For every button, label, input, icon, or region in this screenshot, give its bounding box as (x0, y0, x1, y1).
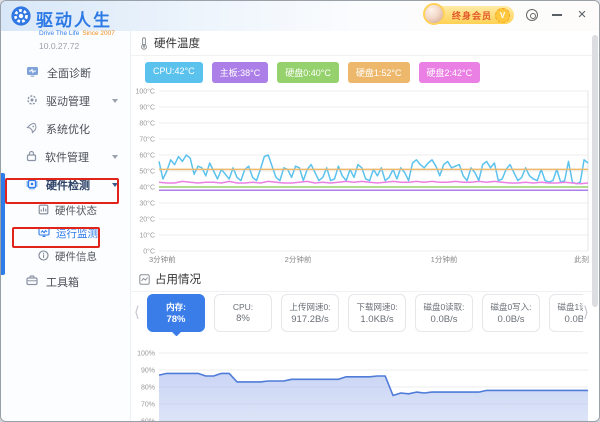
svg-text:20°C: 20°C (139, 216, 155, 224)
svg-text:90%: 90% (141, 368, 155, 375)
section-title-temperature: 硬件温度 (154, 35, 200, 51)
usage-cards-carousel: 内存: 78%CPU: 8%上传网速0: 917.2B/s下载网速0: 1.0K… (147, 294, 583, 342)
sidebar-menu: 全面诊断 驱动管理 系统优化 软件管理 硬件检测 硬件状态 运行监测 硬件信息 … (1, 59, 130, 296)
carousel-next-icon[interactable]: ⟩ (583, 303, 589, 321)
svg-text:90°C: 90°C (139, 104, 155, 112)
app-title: 驱动人生 (36, 6, 112, 31)
svg-text:10°C: 10°C (139, 232, 155, 240)
main-content: 硬件温度 CPU:42°C 主板:38°C 硬盘0:40°C 硬盘1:52°C 硬盘2:… (131, 31, 600, 422)
sidebar-item-4[interactable]: 硬件检测 (1, 171, 130, 199)
usage-card-6[interactable]: 磁盘1读取: 0.0B/s (549, 294, 583, 332)
usage-card-3[interactable]: 下载网速0: 1.0KB/s (348, 294, 406, 332)
chevron-down-icon (112, 99, 118, 103)
svg-text:此刻: 此刻 (574, 254, 589, 264)
temp-legend-chip: 硬盘0:40°C (277, 62, 339, 83)
section-header-temperature: 硬件温度 (131, 31, 600, 56)
svg-text:100%: 100% (137, 351, 155, 358)
chip-icon (26, 178, 38, 193)
app-logo-gear-icon (10, 5, 32, 32)
app-brand: 驱动人生 Drive The LifeSince 2007 10.0.27.72 (10, 5, 115, 51)
usage-card-2[interactable]: 上传网速0: 917.2B/s (281, 294, 339, 332)
diagnosis-monitor-icon (26, 66, 39, 81)
temp-legend-chip: 硬盘1:52°C (348, 62, 410, 83)
usage-chart-icon (139, 274, 150, 285)
temperature-chart: 0°C10°C20°C30°C40°C50°C60°C70°C80°C90°C1… (131, 83, 596, 265)
toolbox-icon (26, 275, 38, 289)
svg-text:40°C: 40°C (139, 184, 155, 192)
usage-card-1[interactable]: CPU: 8% (214, 294, 272, 332)
memory-usage-chart: 60% 70% 80% 90% 100% (131, 347, 596, 422)
selected-card-pointer (171, 326, 181, 336)
temp-legend-chip: CPU:42°C (145, 62, 203, 83)
app-tagline: Drive The LifeSince 2007 (39, 30, 115, 37)
monitor-chart-icon (38, 227, 50, 241)
vip-badge[interactable]: 终身会员 V (426, 6, 514, 24)
temp-legend-chip: 主板:38°C (212, 62, 269, 83)
section-header-usage: 占用情况 (131, 267, 600, 292)
temp-legend-chip: 硬盘2:42°C (419, 62, 481, 83)
sidebar-subitem-1[interactable]: 运行监测 (1, 222, 130, 245)
user-avatar[interactable] (423, 3, 445, 25)
svg-text:60°C: 60°C (139, 152, 155, 160)
svg-text:30°C: 30°C (139, 200, 155, 208)
svg-text:2分钟前: 2分钟前 (285, 254, 312, 264)
usage-card-5[interactable]: 磁盘0写入: 0.0B/s (482, 294, 540, 332)
sidebar-item-3[interactable]: 软件管理 (1, 143, 130, 171)
close-button[interactable]: × (575, 7, 589, 23)
svg-text:1分钟前: 1分钟前 (431, 254, 458, 264)
status-doc-icon (38, 204, 49, 218)
svg-text:60%: 60% (141, 419, 155, 422)
settings-icon[interactable] (525, 7, 539, 23)
section-title-usage: 占用情况 (155, 271, 201, 287)
svg-text:3分钟前: 3分钟前 (149, 254, 176, 264)
thermometer-icon (139, 37, 149, 50)
rocket-icon (26, 122, 38, 137)
sidebar-subitem-2[interactable]: 硬件信息 (1, 245, 130, 268)
svg-text:70°C: 70°C (139, 136, 155, 144)
svg-text:70%: 70% (141, 402, 155, 409)
minimize-button[interactable] (550, 7, 564, 23)
svg-text:80°C: 80°C (139, 120, 155, 128)
chevron-down-icon (112, 155, 118, 159)
vertical-scrollbar-thumb[interactable] (592, 35, 598, 307)
gear-icon (26, 94, 38, 109)
lock-icon (26, 150, 37, 165)
svg-text:50°C: 50°C (139, 168, 155, 176)
sidebar-item-0[interactable]: 全面诊断 (1, 59, 130, 87)
info-circle-icon (38, 250, 49, 264)
svg-text:100°C: 100°C (135, 88, 155, 96)
app-window: 驱动人生 Drive The LifeSince 2007 10.0.27.72… (0, 0, 600, 422)
usage-card-4[interactable]: 磁盘0读取: 0.0B/s (415, 294, 473, 332)
svg-text:80%: 80% (141, 385, 155, 392)
vip-medal-icon: V (495, 8, 510, 23)
usage-card-0[interactable]: 内存: 78% (147, 294, 205, 332)
sidebar: 全面诊断 驱动管理 系统优化 软件管理 硬件检测 硬件状态 运行监测 硬件信息 … (1, 31, 131, 422)
sidebar-item-1[interactable]: 驱动管理 (1, 87, 130, 115)
sidebar-item-5[interactable]: 工具箱 (1, 268, 130, 296)
sidebar-subitem-0[interactable]: 硬件状态 (1, 199, 130, 222)
temperature-legend: CPU:42°C 主板:38°C 硬盘0:40°C 硬盘1:52°C 硬盘2:42°C (145, 62, 480, 83)
vip-label: 终身会员 (452, 9, 492, 22)
sidebar-item-2[interactable]: 系统优化 (1, 115, 130, 143)
carousel-prev-icon[interactable]: ⟨ (134, 303, 140, 321)
chevron-down-icon (112, 183, 118, 187)
app-version: 10.0.27.72 (39, 41, 115, 51)
